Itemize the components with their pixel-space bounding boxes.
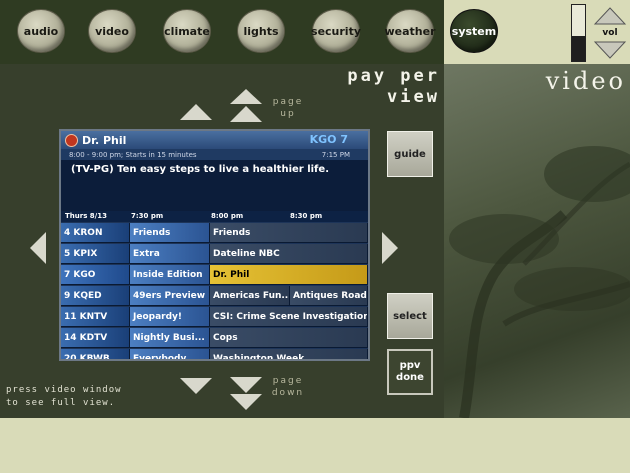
volume-up-icon[interactable] [593,7,627,25]
program-cell[interactable]: Washington Week [210,349,368,359]
weather-button[interactable]: weather [384,9,436,53]
system-button[interactable]: system [450,9,498,53]
channel-cell: 4 KRON [61,223,130,242]
video-window-hint: press video window to see full view. [6,385,122,408]
guide-row[interactable]: 9 KQED 49ers Preview Americas Fun.. Antique… [61,285,368,306]
pay-per-view-title: pay per view [347,66,440,107]
program-description: (TV-PG) Ten easy steps to live a healthi… [61,160,368,211]
volume-level-fill [572,35,585,61]
security-button[interactable]: security [311,9,361,53]
program-channel: KGO 7 [309,133,348,146]
channel-cell: 5 KPIX [61,244,130,263]
page-down-label: page down [271,376,305,398]
channel-cell: 9 KQED [61,286,130,305]
tree-backdrop-image [449,146,630,418]
program-guide-window[interactable]: Dr. Phil KGO 7 8:00 - 9:00 pm; Starts in… [59,129,370,361]
volume-label: vol [602,28,618,38]
page-down-double-arrow-icon[interactable] [228,376,264,412]
guide-header: Dr. Phil KGO 7 [61,131,368,149]
program-cell[interactable]: Jeopardy! [130,307,210,326]
page-up-arrow-icon[interactable] [178,102,214,122]
channel-cell: 7 KGO [61,265,130,284]
bottom-strip [0,418,630,473]
section-title: video [545,67,626,95]
guide-row[interactable]: 14 KDTV Nightly Busi... Cops [61,327,368,348]
select-button[interactable]: select [387,293,433,339]
page-up-label: page up [272,97,304,119]
program-cell[interactable]: Everybody... [130,349,210,359]
guide-row[interactable]: 7 KGO Inside Edition Dr. Phil [61,264,368,285]
current-time: 7:15 PM [321,150,350,159]
volume-control: vol [593,6,627,60]
video-button[interactable]: video [88,9,136,53]
ppv-done-button[interactable]: ppv done [387,349,433,395]
program-cell[interactable]: Inside Edition [130,265,210,284]
volume-level-bar [571,4,586,62]
climate-button[interactable]: climate [163,9,211,53]
top-nav-bar: audio video climate lights security weat… [0,0,444,64]
program-cell[interactable]: Friends [210,223,368,242]
program-cell[interactable]: Cops [210,328,368,347]
guide-row[interactable]: 4 KRON Friends Friends [61,222,368,243]
program-record-icon [65,133,78,147]
program-time-bar: 8:00 - 9:00 pm; Starts in 15 minutes 7:1… [61,149,368,160]
guide-left-arrow-icon[interactable] [28,230,48,266]
program-cell[interactable]: Dateline NBC [210,244,368,263]
channel-cell: 11 KNTV [61,307,130,326]
time-slot-2: 8:00 pm [211,212,244,220]
guide-row[interactable]: 11 KNTV Jeopardy! CSI: Crime Scene Investi… [61,306,368,327]
video-side-panel [444,64,630,418]
guide-time-header: Thurs 8/13 7:30 pm 8:00 pm 8:30 pm [61,211,368,222]
program-cell[interactable]: Nightly Busi... [130,328,210,347]
program-cell[interactable]: Dr. Phil [210,265,368,284]
channel-cell: 20 KBWB [61,349,130,359]
guide-right-arrow-icon[interactable] [380,230,400,266]
page-down-arrow-icon[interactable] [178,376,214,396]
program-title: Dr. Phil [82,133,127,147]
program-cell[interactable]: Americas Fun.. [210,286,290,305]
guide-row[interactable]: 20 KBWB Everybody... Washington Week [61,348,368,359]
guide-grid: 4 KRON Friends Friends 5 KPIX Extra Dateline … [61,222,368,359]
guide-row[interactable]: 5 KPIX Extra Dateline NBC [61,243,368,264]
program-cell[interactable]: 49ers Preview [130,286,210,305]
program-cell[interactable]: Antiques Road.. [290,286,368,305]
volume-down-icon[interactable] [593,41,627,59]
audio-button[interactable]: audio [17,9,65,53]
time-slot-3: 8:30 pm [290,212,323,220]
program-cell[interactable]: CSI: Crime Scene Investigation [210,307,368,326]
guide-date: Thurs 8/13 [65,212,107,220]
program-time-info: 8:00 - 9:00 pm; Starts in 15 minutes [69,150,197,159]
lights-button[interactable]: lights [237,9,285,53]
guide-button[interactable]: guide [387,131,433,177]
channel-cell: 14 KDTV [61,328,130,347]
program-cell[interactable]: Extra [130,244,210,263]
time-slot-1: 7:30 pm [131,212,164,220]
page-up-double-arrow-icon[interactable] [228,88,264,124]
program-cell[interactable]: Friends [130,223,210,242]
